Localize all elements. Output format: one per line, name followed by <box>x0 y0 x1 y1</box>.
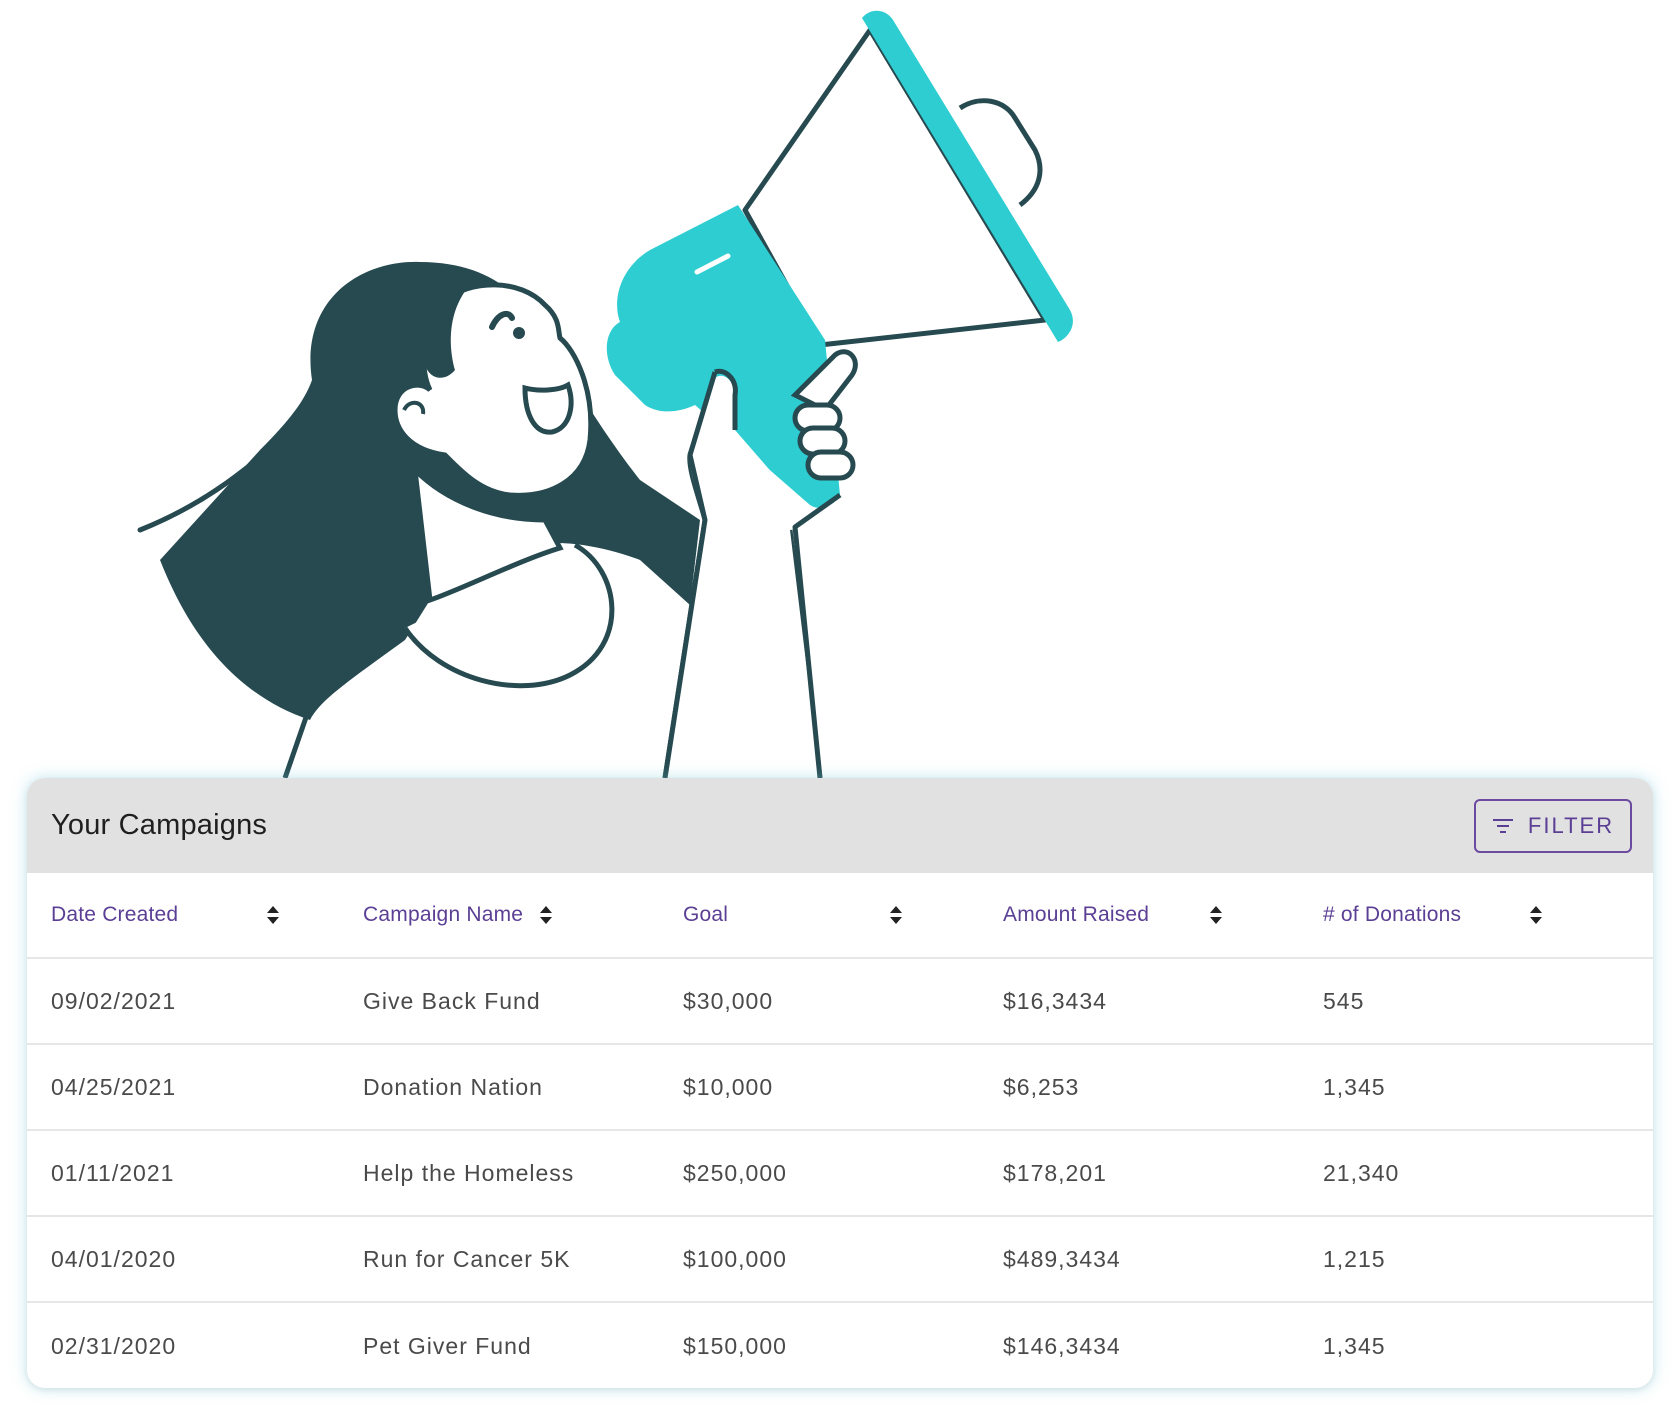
cell-date: 02/31/2020 <box>51 1332 177 1359</box>
card-header: Your Campaigns FILTER <box>27 778 1653 873</box>
column-header-label: # of Donations <box>1323 903 1462 926</box>
cell-campaign-name: Give Back Fund <box>363 987 541 1014</box>
page-title: Your Campaigns <box>51 809 268 841</box>
cell-donations: 1,345 <box>1323 1332 1386 1359</box>
cell-donations: 1,345 <box>1323 1073 1386 1100</box>
filter-icon <box>1492 818 1514 834</box>
cell-goal: $150,000 <box>683 1332 787 1359</box>
filter-label: FILTER <box>1527 812 1615 838</box>
cell-amount-raised: $6,253 <box>1003 1073 1080 1100</box>
sort-icon[interactable] <box>266 905 280 925</box>
cell-campaign-name: Run for Cancer 5K <box>363 1245 571 1272</box>
cell-goal: $100,000 <box>683 1245 787 1272</box>
cell-donations: 1,215 <box>1323 1245 1386 1272</box>
table-row[interactable]: 01/11/2021 Help the Homeless $250,000 $1… <box>27 1131 1653 1217</box>
megaphone-woman-illustration <box>137 10 1073 779</box>
column-header-amount-raised[interactable]: Amount Raised <box>1002 903 1322 927</box>
column-header-label: Campaign Name <box>363 903 524 926</box>
column-header-donations[interactable]: # of Donations <box>1322 903 1653 927</box>
sort-icon[interactable] <box>539 905 553 925</box>
column-header-date-created[interactable]: Date Created <box>27 903 362 927</box>
cell-campaign-name: Pet Giver Fund <box>363 1332 532 1359</box>
sort-icon[interactable] <box>889 905 903 925</box>
filter-button[interactable]: FILTER <box>1474 798 1632 853</box>
table-row[interactable]: 09/02/2021 Give Back Fund $30,000 $16,34… <box>27 959 1653 1045</box>
sort-icon[interactable] <box>1209 905 1223 925</box>
column-header-label: Goal <box>683 903 729 926</box>
cell-date: 04/01/2020 <box>51 1245 177 1272</box>
column-header-label: Date Created <box>51 903 179 926</box>
cell-date: 04/25/2021 <box>51 1073 177 1100</box>
column-header-goal[interactable]: Goal <box>682 903 1002 927</box>
cell-amount-raised: $16,3434 <box>1003 987 1107 1014</box>
campaigns-table: Date Created Campaign Name Goal Amount R… <box>27 873 1653 1388</box>
cell-goal: $10,000 <box>683 1073 774 1100</box>
table-row[interactable]: 02/31/2020 Pet Giver Fund $150,000 $146,… <box>27 1303 1653 1388</box>
cell-amount-raised: $178,201 <box>1003 1159 1107 1186</box>
cell-donations: 545 <box>1323 987 1365 1014</box>
cell-donations: 21,340 <box>1323 1159 1400 1186</box>
cell-campaign-name: Donation Nation <box>363 1073 543 1100</box>
cell-amount-raised: $489,3434 <box>1003 1245 1121 1272</box>
cell-goal: $250,000 <box>683 1159 787 1186</box>
cell-goal: $30,000 <box>683 987 774 1014</box>
sort-icon[interactable] <box>1529 905 1543 925</box>
cell-campaign-name: Help the Homeless <box>363 1159 575 1186</box>
column-header-label: Amount Raised <box>1003 903 1150 926</box>
cell-amount-raised: $146,3434 <box>1003 1332 1121 1359</box>
cell-date: 09/02/2021 <box>51 987 177 1014</box>
table-row[interactable]: 04/01/2020 Run for Cancer 5K $100,000 $4… <box>27 1217 1653 1303</box>
table-row[interactable]: 04/25/2021 Donation Nation $10,000 $6,25… <box>27 1045 1653 1131</box>
cell-date: 01/11/2021 <box>51 1159 175 1186</box>
table-header-row: Date Created Campaign Name Goal Amount R… <box>27 873 1653 959</box>
column-header-campaign-name[interactable]: Campaign Name <box>362 903 682 927</box>
mouth <box>522 381 574 435</box>
eye <box>513 327 525 339</box>
campaigns-card: Your Campaigns FILTER Date Created Campa… <box>27 778 1653 1388</box>
